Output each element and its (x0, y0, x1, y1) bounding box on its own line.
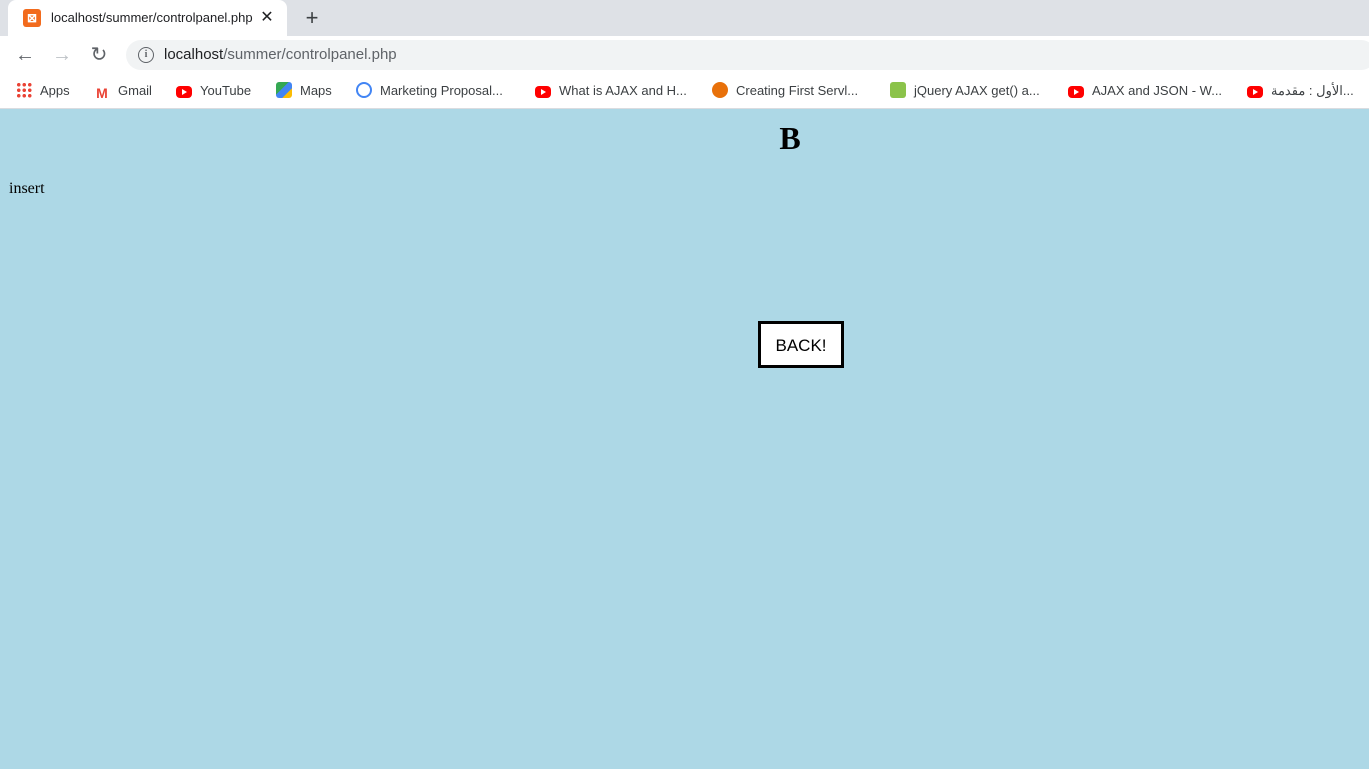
jquery-icon (890, 82, 906, 98)
bookmark-jquery[interactable]: jQuery AJAX get() a... (890, 81, 1040, 101)
bookmark-gmail[interactable]: M Gmail (94, 81, 152, 101)
bookmark-label: Apps (40, 83, 70, 98)
back-button[interactable]: BACK! (758, 321, 844, 368)
servlet-icon (712, 82, 728, 98)
youtube-icon (1068, 86, 1084, 98)
bookmark-label: AJAX and JSON - W... (1092, 83, 1223, 98)
browser-tab[interactable]: ⊠ localhost/summer/controlpanel.php ✕ (8, 0, 287, 36)
bookmark-label: Marketing Proposal... (380, 83, 503, 98)
bookmark-label: الأول : مقدمة... (1271, 83, 1354, 98)
browser-toolbar: ← → ↻ i localhost/summer/controlpanel.ph… (0, 36, 1369, 74)
bookmark-youtube[interactable]: YouTube (176, 81, 251, 101)
tab-close-icon[interactable]: ✕ (257, 8, 277, 28)
forward-arrow-icon[interactable]: → (49, 42, 75, 68)
site-info-icon[interactable]: i (138, 47, 154, 63)
new-tab-button[interactable]: + (300, 6, 324, 30)
bookmark-marketing[interactable]: Marketing Proposal... (356, 81, 503, 101)
bookmark-servlet[interactable]: Creating First Servl... (712, 81, 858, 101)
address-bar[interactable]: i localhost/summer/controlpanel.php (126, 40, 1369, 70)
url-path: /summer/controlpanel.php (223, 46, 397, 63)
bookmark-label: Creating First Servl... (736, 83, 859, 98)
bookmark-label: jQuery AJAX get() a... (914, 83, 1040, 98)
youtube-icon (1247, 86, 1263, 98)
bookmark-arabic[interactable]: الأول : مقدمة... (1247, 81, 1354, 101)
youtube-icon (176, 86, 192, 98)
bookmark-label: YouTube (200, 83, 252, 98)
bookmark-maps[interactable]: Maps (276, 81, 332, 101)
apps-grid-icon (16, 82, 32, 98)
reload-icon[interactable]: ↻ (86, 42, 112, 68)
url-host: localhost (164, 46, 224, 63)
url-text[interactable]: localhost/summer/controlpanel.php (164, 47, 397, 63)
bookmark-ajax-json[interactable]: AJAX and JSON - W... (1068, 81, 1222, 101)
insert-link[interactable]: insert (9, 180, 45, 198)
back-arrow-icon[interactable]: ← (12, 42, 38, 68)
bookmark-label: Maps (300, 83, 332, 98)
maps-icon (276, 82, 292, 98)
tab-strip: ⊠ localhost/summer/controlpanel.php ✕ + (0, 0, 1369, 36)
bookmark-label: Gmail (118, 83, 152, 98)
bookmark-ajax-video[interactable]: What is AJAX and H... (535, 81, 687, 101)
bookmark-label: What is AJAX and H... (559, 83, 687, 98)
tab-title: localhost/summer/controlpanel.php (51, 10, 253, 25)
bookmarks-bar: Apps M Gmail YouTube Maps Marketing Propo… (0, 74, 1369, 109)
youtube-icon (535, 86, 551, 98)
xampp-favicon-icon: ⊠ (23, 9, 41, 27)
marketing-icon (356, 82, 372, 98)
page-heading: B (779, 120, 801, 156)
bookmark-apps[interactable]: Apps (16, 81, 70, 101)
gmail-icon: M (96, 85, 108, 101)
